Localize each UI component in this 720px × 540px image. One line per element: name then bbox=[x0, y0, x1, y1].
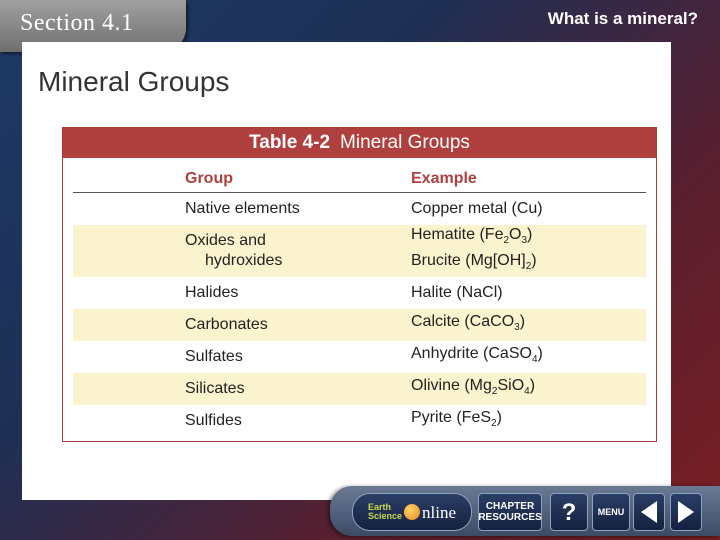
slide-topic-title: What is a mineral? bbox=[547, 9, 698, 28]
earth-science-label: Earth Science bbox=[367, 502, 403, 521]
group-line: Oxides and bbox=[185, 232, 266, 250]
menu-button[interactable]: MENU bbox=[592, 493, 630, 531]
group-cell: Halides bbox=[185, 284, 239, 302]
group-cell: Silicates bbox=[73, 373, 411, 406]
group-cell: Native elements bbox=[185, 200, 300, 217]
arrow-left-icon bbox=[641, 501, 657, 523]
example-cell: Copper metal (Cu) bbox=[411, 200, 543, 217]
previous-button[interactable] bbox=[633, 493, 665, 531]
table-row: Sulfates Anhydrite (CaSO4) bbox=[73, 341, 646, 373]
table-row: Carbonates Calcite (CaCO3) bbox=[73, 309, 646, 342]
table-row: Sulfides Pyrite (FeS2) bbox=[73, 405, 646, 437]
table-row: Silicates Olivine (Mg2SiO4) bbox=[73, 373, 646, 406]
example-cell: Hematite (Fe2O3) Brucite (Mg[OH]2) bbox=[411, 225, 646, 278]
globe-icon bbox=[404, 504, 421, 520]
example-cell: Olivine (Mg2SiO4) bbox=[411, 373, 646, 406]
group-line: hydroxides bbox=[205, 252, 283, 270]
page-title: Mineral Groups bbox=[38, 66, 230, 97]
table-row: Oxides and hydroxides Hematite (Fe2O3) B… bbox=[73, 225, 646, 278]
table-row: Halides Halite (NaCl) bbox=[73, 277, 646, 309]
menu-label: MENU bbox=[597, 506, 625, 517]
example-cell: Anhydrite (CaSO4) bbox=[411, 345, 543, 366]
column-header-group: Group bbox=[73, 167, 411, 193]
group-cell: Oxides and hydroxides bbox=[73, 225, 411, 278]
example-line: Brucite (Mg[OH]2) bbox=[411, 252, 537, 273]
table-row: Native elements Copper metal (Cu) bbox=[73, 193, 646, 226]
example-cell: Pyrite (FeS2) bbox=[411, 409, 502, 430]
help-button[interactable]: ? bbox=[550, 493, 588, 531]
online-label: nline bbox=[422, 502, 457, 522]
table-name: Mineral Groups bbox=[340, 132, 470, 153]
group-cell: Sulfides bbox=[185, 412, 242, 430]
group-cell: Carbonates bbox=[73, 309, 411, 342]
data-table: Group Example Native elements Copper met… bbox=[73, 167, 646, 437]
table-caption: Table 4-2 Mineral Groups bbox=[63, 128, 656, 158]
next-button[interactable] bbox=[670, 493, 702, 531]
content-panel: Mineral Groups Table 4-2 Mineral Groups … bbox=[22, 42, 671, 500]
example-line: Hematite (Fe2O3) bbox=[411, 226, 533, 247]
example-cell: Calcite (CaCO3) bbox=[411, 309, 646, 342]
example-cell: Halite (NaCl) bbox=[411, 284, 503, 302]
mineral-groups-table: Table 4-2 Mineral Groups Group Example N… bbox=[62, 127, 657, 442]
question-mark-icon: ? bbox=[561, 498, 577, 526]
navigation-bar: Earth Science nline CHAPTER RESOURCES ? ME… bbox=[330, 486, 720, 536]
earth-science-online-button[interactable]: Earth Science nline bbox=[352, 493, 472, 531]
column-header-example: Example bbox=[411, 167, 646, 193]
header-row: Group Example bbox=[73, 167, 646, 193]
table-number: Table 4-2 bbox=[249, 132, 331, 153]
arrow-right-icon bbox=[678, 501, 694, 523]
section-label: Section 4.1 bbox=[20, 10, 134, 36]
chapter-resources-button[interactable]: CHAPTER RESOURCES bbox=[478, 493, 542, 531]
chapter-resources-label: CHAPTER RESOURCES bbox=[478, 501, 542, 523]
group-cell: Sulfates bbox=[185, 348, 243, 366]
